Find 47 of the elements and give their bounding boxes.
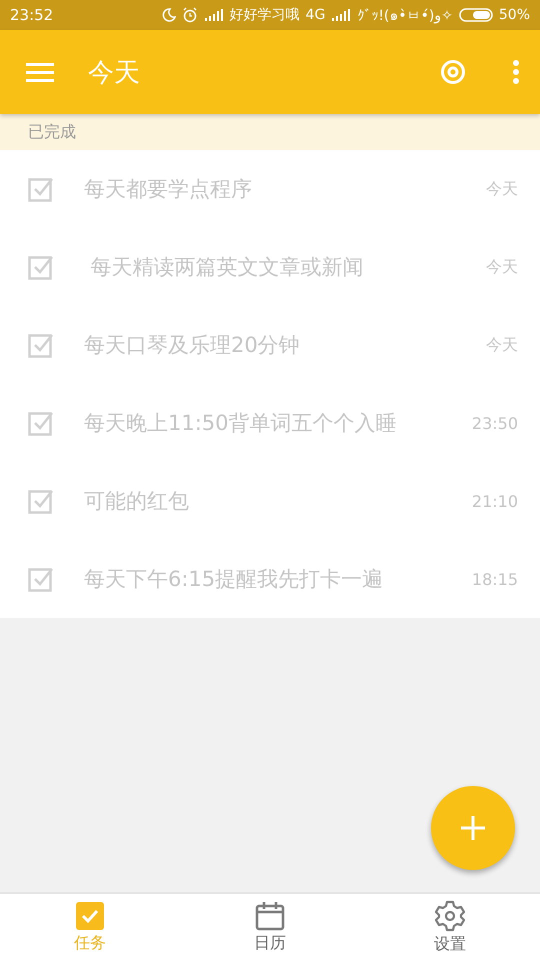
checkbox[interactable] bbox=[28, 566, 54, 592]
task-title: 每天口琴及乐理20分钟 bbox=[84, 332, 301, 359]
task-item[interactable]: 每天晚上11:50背单词五个个入睡 23:50 bbox=[0, 384, 540, 462]
network-type: 4G bbox=[306, 7, 326, 23]
status-time: 23:52 bbox=[10, 6, 54, 24]
add-button[interactable] bbox=[431, 786, 515, 870]
checkbox[interactable] bbox=[28, 254, 54, 280]
task-time: 21:10 bbox=[472, 492, 518, 510]
task-item[interactable]: 每天都要学点程序 今天 bbox=[0, 150, 540, 228]
section-title: 已完成 bbox=[28, 122, 76, 142]
task-time: 18:15 bbox=[472, 570, 518, 588]
nav-tab[interactable]: 设置 bbox=[360, 894, 540, 960]
checkbox[interactable] bbox=[28, 410, 54, 436]
checkbox[interactable] bbox=[28, 176, 54, 202]
alarm-icon bbox=[182, 7, 198, 23]
task-time: 今天 bbox=[486, 178, 518, 200]
task-title: 每天都要学点程序 bbox=[84, 176, 253, 203]
battery-icon bbox=[458, 8, 493, 22]
carrier-name: 好好学习哦 bbox=[230, 6, 300, 24]
signal-icon bbox=[331, 9, 352, 21]
task-item[interactable]: 每天精读两篇英文文章或新闻 今天 bbox=[0, 228, 540, 306]
task-item[interactable]: 可能的红包 21:10 bbox=[0, 462, 540, 540]
task-time: 今天 bbox=[486, 256, 518, 278]
task-item[interactable]: 每天口琴及乐理20分钟 今天 bbox=[0, 306, 540, 384]
task-time: 今天 bbox=[486, 334, 518, 356]
calendar-icon bbox=[255, 900, 285, 930]
menu-icon bbox=[26, 62, 54, 82]
battery-percent: 50% bbox=[498, 7, 530, 23]
carrier-name: ｸﾞｯ!(๑•̀ㅂ•́)و✧ bbox=[357, 7, 453, 26]
nav-tab[interactable]: 日历 bbox=[180, 894, 360, 960]
task-title: 每天精读两篇英文文章或新闻 bbox=[90, 254, 365, 281]
settings-icon bbox=[434, 900, 466, 932]
checkbox[interactable] bbox=[28, 332, 54, 358]
task-title: 可能的红包 bbox=[84, 488, 190, 515]
nav-tab[interactable]: 任务 bbox=[0, 894, 180, 960]
checkbox[interactable] bbox=[28, 488, 54, 514]
more-icon bbox=[512, 59, 520, 85]
signal-icon bbox=[204, 9, 224, 21]
plus-icon bbox=[460, 815, 486, 841]
task-title: 每天下午6:15提醒我先打卡一遍 bbox=[84, 566, 384, 593]
target-icon bbox=[440, 59, 466, 85]
screen-title: 今天 bbox=[88, 56, 141, 90]
task-time: 23:50 bbox=[472, 414, 518, 432]
task-title: 每天晚上11:50背单词五个个入睡 bbox=[84, 410, 398, 437]
task-item[interactable]: 每天下午6:15提醒我先打卡一遍 18:15 bbox=[0, 540, 540, 618]
moon-icon bbox=[162, 8, 176, 22]
checkbox-icon bbox=[75, 900, 105, 930]
